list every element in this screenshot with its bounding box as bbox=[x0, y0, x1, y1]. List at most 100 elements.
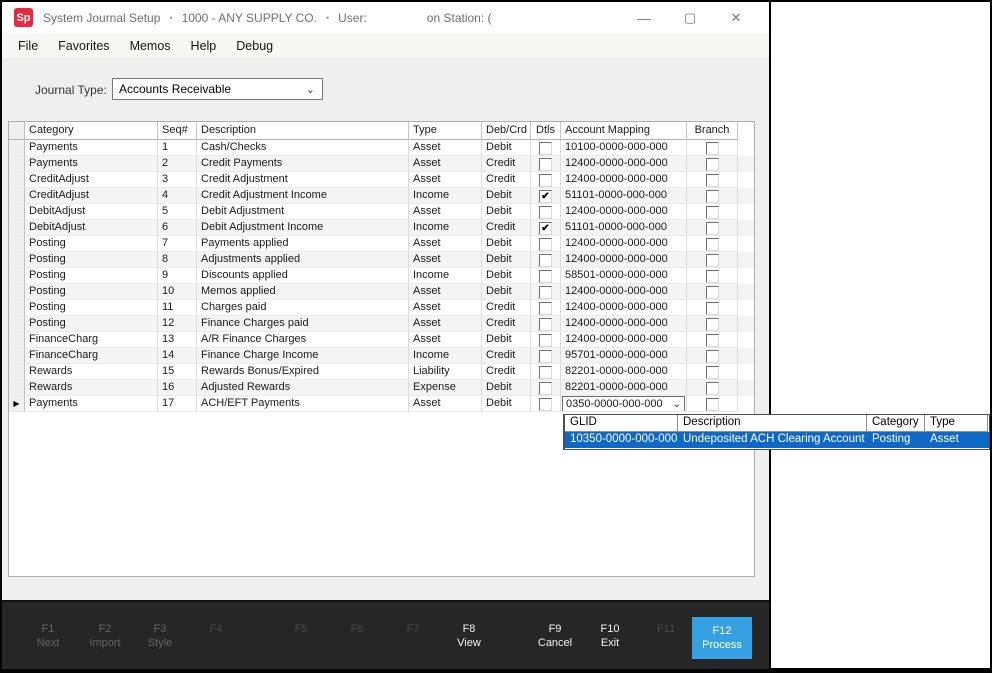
cell-category[interactable]: Posting bbox=[25, 284, 158, 300]
cell-category[interactable]: Posting bbox=[25, 316, 158, 332]
cell-debcrd[interactable]: Debit bbox=[482, 396, 531, 412]
row-selector[interactable] bbox=[9, 284, 25, 300]
cell-account-mapping[interactable]: 12400-0000-000-000 bbox=[561, 252, 687, 268]
cell-description[interactable]: Adjustments applied bbox=[197, 252, 409, 268]
cell-dtls[interactable]: ✔ bbox=[531, 220, 561, 236]
cell-branch[interactable] bbox=[687, 172, 738, 188]
cell-description[interactable]: A/R Finance Charges bbox=[197, 332, 409, 348]
cell-account-mapping[interactable]: 82201-0000-000-000 bbox=[561, 380, 687, 396]
cell-description[interactable]: Debit Adjustment Income bbox=[197, 220, 409, 236]
cell-debcrd[interactable]: Credit bbox=[482, 156, 531, 172]
cell-debcrd[interactable]: Credit bbox=[482, 300, 531, 316]
cell-seq[interactable]: 15 bbox=[158, 364, 197, 380]
cell-description[interactable]: Debit Adjustment bbox=[197, 204, 409, 220]
cell-debcrd[interactable]: Debit bbox=[482, 252, 531, 268]
cell-type[interactable]: Asset bbox=[409, 252, 482, 268]
fkey-f9[interactable]: F9Cancel bbox=[527, 622, 583, 650]
dtls-checkbox[interactable] bbox=[539, 398, 552, 411]
cell-dtls[interactable] bbox=[531, 252, 561, 268]
cell-category[interactable]: FinanceCharg bbox=[25, 348, 158, 364]
cell-dtls[interactable] bbox=[531, 236, 561, 252]
cell-description[interactable]: Adjusted Rewards bbox=[197, 380, 409, 396]
cell-seq[interactable]: 2 bbox=[158, 156, 197, 172]
cell-branch[interactable] bbox=[687, 220, 738, 236]
cell-debcrd[interactable]: Debit bbox=[482, 188, 531, 204]
cell-description[interactable]: Cash/Checks bbox=[197, 140, 409, 156]
branch-checkbox[interactable] bbox=[706, 302, 719, 315]
dtls-checkbox[interactable] bbox=[539, 318, 552, 331]
cell-type[interactable]: Asset bbox=[409, 284, 482, 300]
row-selector[interactable] bbox=[9, 348, 25, 364]
cell-account-mapping[interactable]: 51101-0000-000-000 bbox=[561, 220, 687, 236]
account-mapping-combo[interactable]: 0350-0000-000-000⌄ bbox=[562, 396, 685, 412]
lookup-result-row[interactable]: 10350-0000-000-000 Undeposited ACH Clear… bbox=[565, 432, 989, 448]
cell-seq[interactable]: 8 bbox=[158, 252, 197, 268]
cell-description[interactable]: Charges paid bbox=[197, 300, 409, 316]
cell-type[interactable]: Asset bbox=[409, 300, 482, 316]
dtls-checkbox[interactable] bbox=[539, 286, 552, 299]
cell-type[interactable]: Income bbox=[409, 188, 482, 204]
cell-debcrd[interactable]: Debit bbox=[482, 332, 531, 348]
cell-category[interactable]: Payments bbox=[25, 396, 158, 412]
cell-description[interactable]: Memos applied bbox=[197, 284, 409, 300]
cell-dtls[interactable] bbox=[531, 300, 561, 316]
branch-checkbox[interactable] bbox=[706, 270, 719, 283]
cell-description[interactable]: Discounts applied bbox=[197, 268, 409, 284]
cell-account-mapping[interactable]: 12400-0000-000-000 bbox=[561, 284, 687, 300]
cell-description[interactable]: Payments applied bbox=[197, 236, 409, 252]
cell-branch[interactable] bbox=[687, 396, 738, 412]
dtls-checkbox[interactable] bbox=[539, 302, 552, 315]
menu-memos[interactable]: Memos bbox=[120, 33, 181, 58]
cell-branch[interactable] bbox=[687, 156, 738, 172]
row-selector[interactable] bbox=[9, 220, 25, 236]
cell-description[interactable]: Credit Adjustment Income bbox=[197, 188, 409, 204]
branch-checkbox[interactable] bbox=[706, 190, 719, 203]
row-selector[interactable] bbox=[9, 364, 25, 380]
cell-debcrd[interactable]: Debit bbox=[482, 236, 531, 252]
cell-type[interactable]: Asset bbox=[409, 204, 482, 220]
cell-dtls[interactable] bbox=[531, 156, 561, 172]
cell-account-mapping[interactable]: 12400-0000-000-000 bbox=[561, 300, 687, 316]
cell-branch[interactable] bbox=[687, 300, 738, 316]
row-selector[interactable] bbox=[9, 156, 25, 172]
cell-type[interactable]: Asset bbox=[409, 172, 482, 188]
minimize-button[interactable]: — bbox=[621, 2, 667, 33]
cell-description[interactable]: Credit Payments bbox=[197, 156, 409, 172]
branch-checkbox[interactable] bbox=[706, 254, 719, 267]
dtls-checkbox[interactable] bbox=[539, 350, 552, 363]
cell-type[interactable]: Asset bbox=[409, 156, 482, 172]
branch-checkbox[interactable] bbox=[706, 142, 719, 155]
cell-dtls[interactable] bbox=[531, 332, 561, 348]
cell-account-mapping[interactable]: 51101-0000-000-000 bbox=[561, 188, 687, 204]
cell-description[interactable]: Credit Adjustment bbox=[197, 172, 409, 188]
cell-type[interactable]: Income bbox=[409, 348, 482, 364]
cell-type[interactable]: Asset bbox=[409, 236, 482, 252]
cell-seq[interactable]: 13 bbox=[158, 332, 197, 348]
row-selector[interactable]: ▶ bbox=[9, 396, 25, 412]
cell-branch[interactable] bbox=[687, 188, 738, 204]
cell-branch[interactable] bbox=[687, 332, 738, 348]
dtls-checkbox[interactable] bbox=[539, 334, 552, 347]
dtls-checkbox[interactable] bbox=[539, 158, 552, 171]
cell-seq[interactable]: 5 bbox=[158, 204, 197, 220]
branch-checkbox[interactable] bbox=[706, 398, 719, 411]
cell-seq[interactable]: 4 bbox=[158, 188, 197, 204]
dtls-checkbox[interactable]: ✔ bbox=[539, 222, 552, 235]
cell-account-mapping[interactable]: 12400-0000-000-000 bbox=[561, 156, 687, 172]
cell-seq[interactable]: 1 bbox=[158, 140, 197, 156]
cell-dtls[interactable] bbox=[531, 172, 561, 188]
dtls-checkbox[interactable] bbox=[539, 254, 552, 267]
cell-account-mapping[interactable]: 58501-0000-000-000 bbox=[561, 268, 687, 284]
branch-checkbox[interactable] bbox=[706, 382, 719, 395]
cell-category[interactable]: CreditAdjust bbox=[25, 172, 158, 188]
dtls-checkbox[interactable] bbox=[539, 142, 552, 155]
fkey-f10[interactable]: F10Exit bbox=[582, 622, 638, 650]
cell-type[interactable]: Income bbox=[409, 220, 482, 236]
row-selector[interactable] bbox=[9, 140, 25, 156]
row-selector[interactable] bbox=[9, 236, 25, 252]
cell-debcrd[interactable]: Debit bbox=[482, 380, 531, 396]
menu-file[interactable]: File bbox=[8, 33, 48, 58]
close-button[interactable]: ✕ bbox=[713, 2, 759, 33]
cell-dtls[interactable] bbox=[531, 316, 561, 332]
menu-debug[interactable]: Debug bbox=[226, 33, 283, 58]
